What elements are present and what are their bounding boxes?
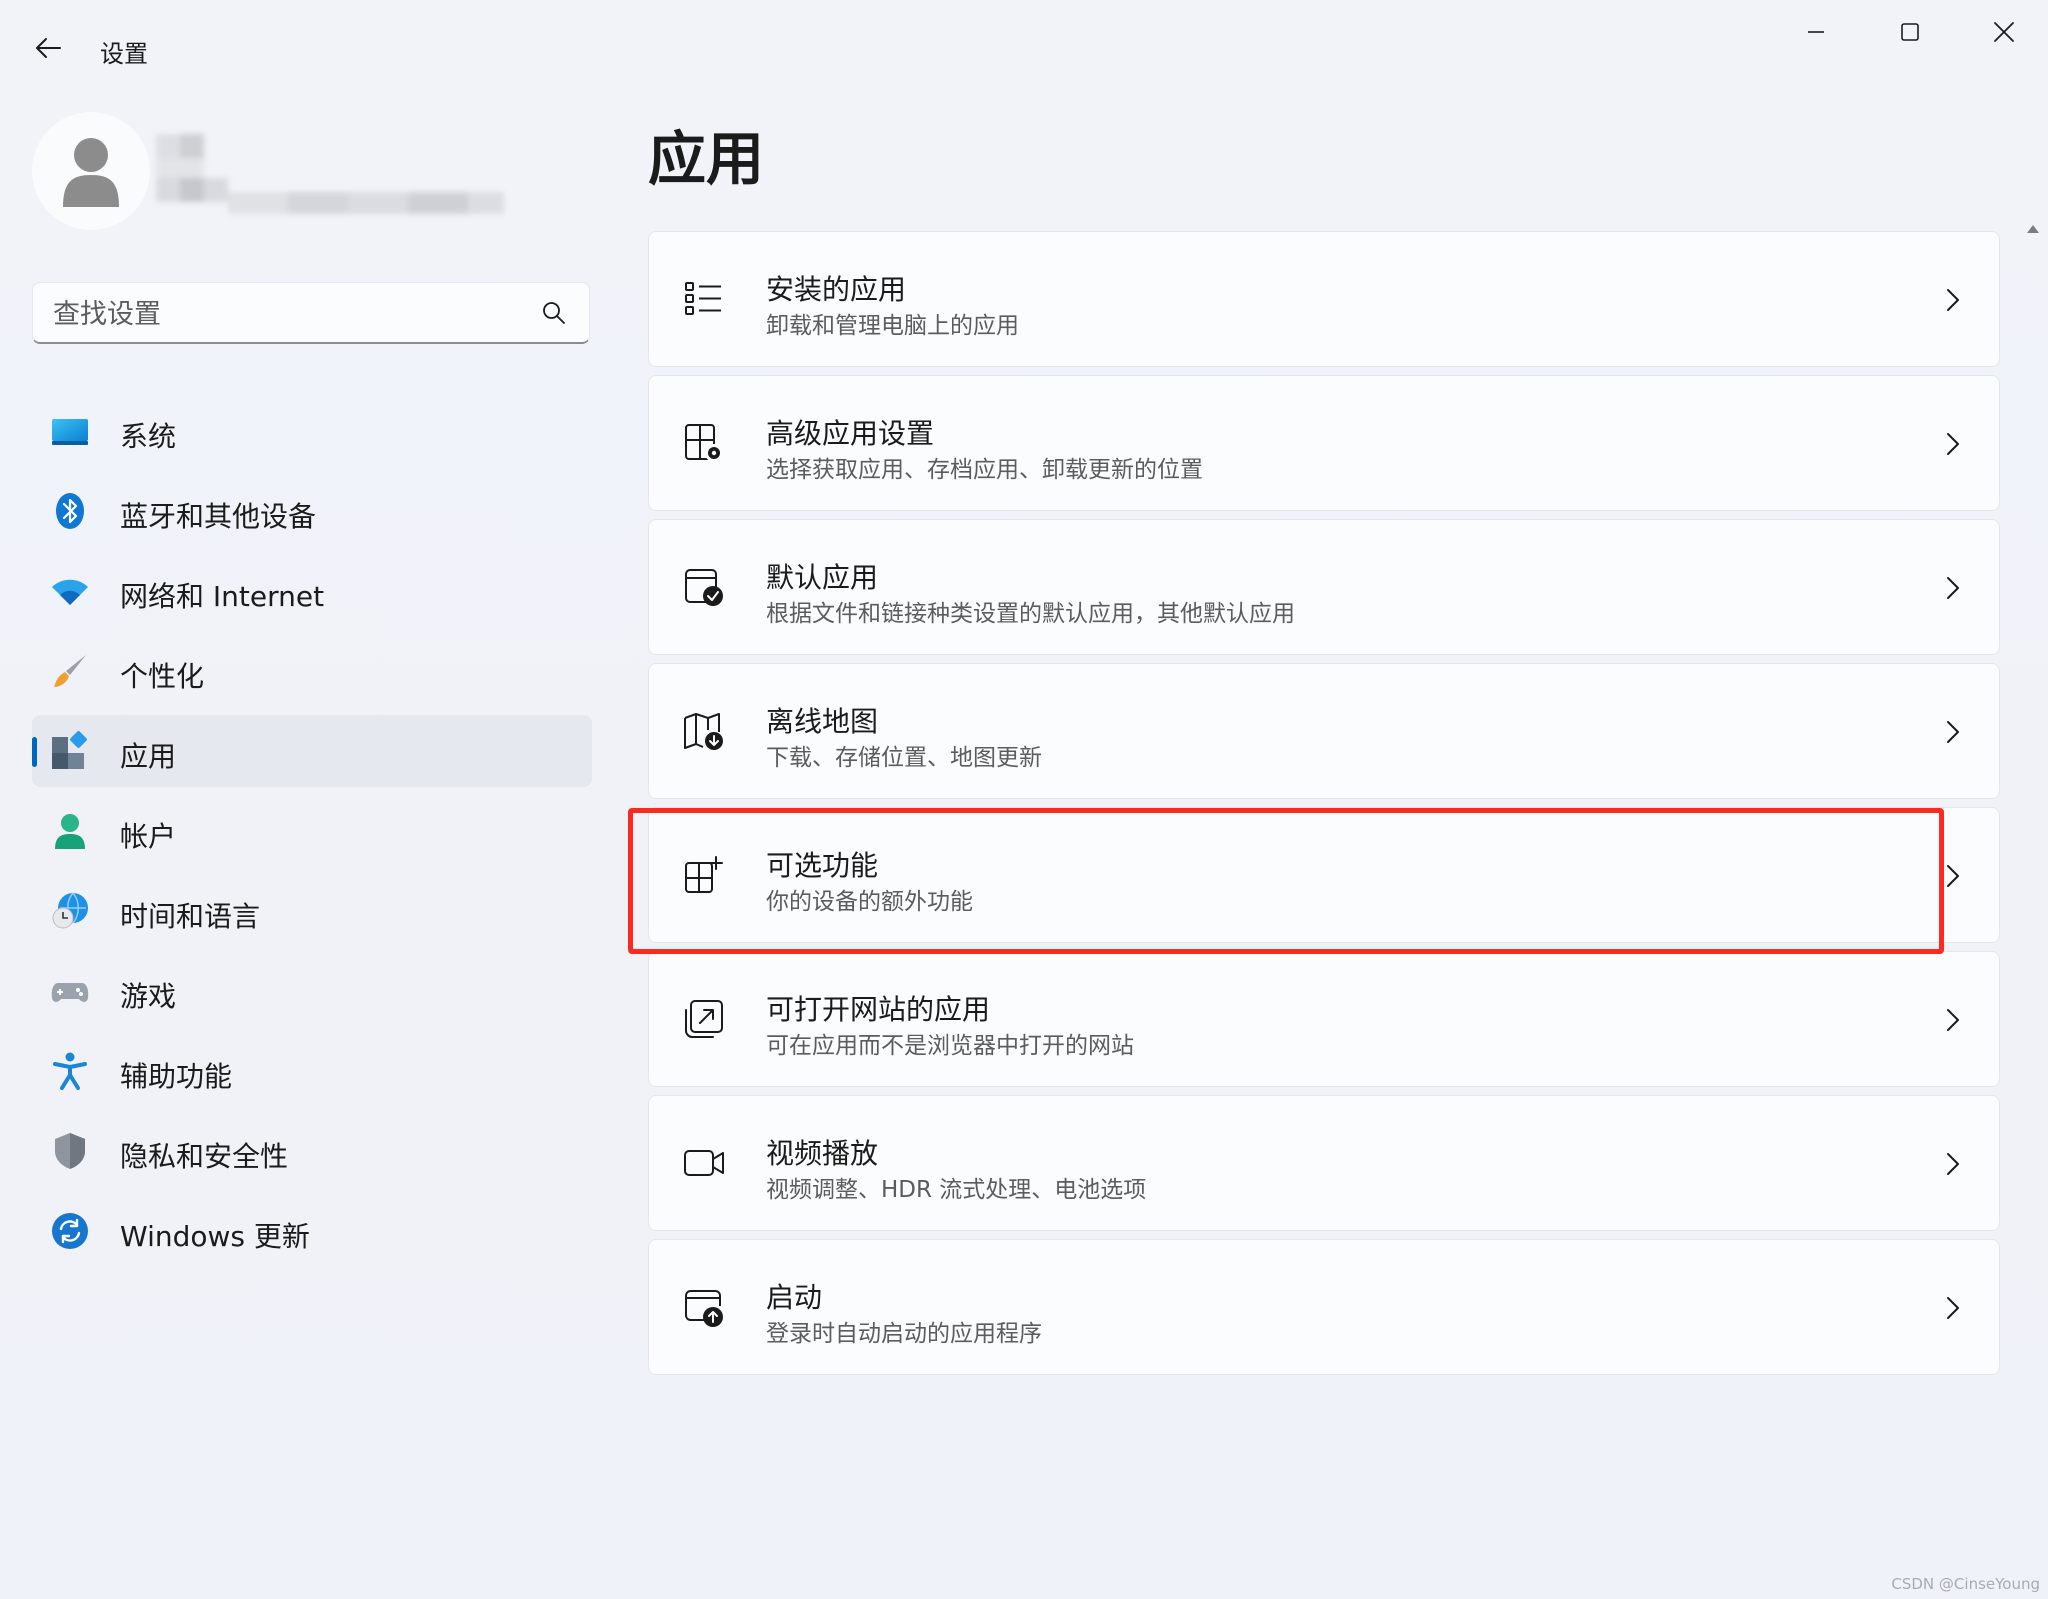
maximize-button[interactable]: [1864, 0, 1956, 64]
scroll-up-arrow-icon[interactable]: [2024, 220, 2042, 238]
sidebar-item-label: 应用: [120, 740, 177, 773]
app-title: 设置: [100, 40, 148, 68]
card-title: 高级应用设置: [766, 417, 935, 450]
watermark: CSDN @CinseYoung: [1891, 1575, 2040, 1593]
settings-card-list: 安装的应用 卸载和管理电脑上的应用 高级应用设置 选择获取应用、存档应用、卸载更…: [648, 231, 2000, 1383]
chevron-right-icon: [1947, 1009, 1959, 1031]
card-subtitle: 选择获取应用、存档应用、卸载更新的位置: [766, 457, 1203, 483]
chevron-right-icon: [1947, 1153, 1959, 1175]
bluetooth-icon: [56, 493, 84, 529]
card-subtitle: 视频调整、HDR 流式处理、电池选项: [766, 1177, 1147, 1203]
sidebar-item-label: 游戏: [120, 980, 177, 1013]
sidebar-item-windows-update[interactable]: Windows 更新: [32, 1195, 592, 1267]
card-subtitle: 根据文件和链接种类设置的默认应用，其他默认应用: [766, 601, 1295, 627]
search-icon[interactable]: [541, 300, 567, 326]
back-arrow-icon: [36, 38, 61, 58]
chevron-right-icon: [1947, 289, 1959, 311]
apps-for-websites-icon: [685, 1000, 723, 1038]
sidebar-item-privacy[interactable]: 隐私和安全性: [32, 1115, 592, 1187]
search-input[interactable]: [51, 293, 535, 335]
card-title: 可打开网站的应用: [766, 993, 991, 1026]
maximize-icon: [1901, 23, 1919, 41]
sidebar-item-label: 蓝牙和其他设备: [120, 500, 317, 533]
account-icon: [55, 814, 85, 849]
sidebar-item-label: 网络和 Internet: [120, 580, 325, 613]
minimize-button[interactable]: [1770, 0, 1862, 64]
card-subtitle: 下载、存储位置、地图更新: [766, 745, 1042, 771]
advanced-app-settings-icon: [685, 424, 723, 462]
wifi-icon: [52, 579, 88, 605]
card-apps-for-websites[interactable]: 可打开网站的应用 可在应用而不是浏览器中打开的网站: [648, 951, 2000, 1087]
card-title: 默认应用: [766, 561, 879, 594]
settings-window: 设置 查找设置 系统 蓝牙和其他设备 网络和 Internet 个性化 应用 帐…: [0, 0, 2048, 1599]
minimize-icon: [1808, 31, 1824, 33]
video-camera-icon: [684, 1150, 724, 1176]
card-video-playback[interactable]: 视频播放 视频调整、HDR 流式处理、电池选项: [648, 1095, 2000, 1231]
card-title: 启动: [766, 1281, 823, 1314]
card-title: 安装的应用: [766, 273, 907, 306]
card-advanced-app-settings[interactable]: 高级应用设置 选择获取应用、存档应用、卸载更新的位置: [648, 375, 2000, 511]
card-title: 可选功能: [766, 849, 879, 882]
card-title: 视频播放: [766, 1137, 879, 1170]
card-startup[interactable]: 启动 登录时自动启动的应用程序: [648, 1239, 2000, 1375]
person-icon: [63, 138, 119, 207]
card-optional-features[interactable]: 可选功能 你的设备的额外功能: [648, 807, 2000, 943]
sidebar-item-personalization[interactable]: 个性化: [32, 635, 592, 707]
chevron-right-icon: [1947, 1297, 1959, 1319]
page-title: 应用: [648, 125, 765, 193]
sidebar-item-label: 隐私和安全性: [120, 1140, 289, 1173]
shield-icon: [55, 1133, 85, 1169]
sidebar-item-bluetooth[interactable]: 蓝牙和其他设备: [32, 475, 592, 547]
card-subtitle: 登录时自动启动的应用程序: [766, 1321, 1042, 1347]
windows-update-icon: [52, 1213, 88, 1249]
title-bar: 设置: [0, 0, 2048, 96]
card-installed-apps[interactable]: 安装的应用 卸载和管理电脑上的应用: [648, 231, 2000, 367]
sidebar-item-accounts[interactable]: 帐户: [32, 795, 592, 867]
card-subtitle: 可在应用而不是浏览器中打开的网站: [766, 1033, 1134, 1059]
sidebar-item-label: 时间和语言: [120, 900, 261, 933]
chevron-right-icon: [1947, 865, 1959, 887]
offline-map-icon: [684, 713, 723, 750]
sidebar-item-gaming[interactable]: 游戏: [32, 955, 592, 1027]
sidebar-item-network[interactable]: 网络和 Internet: [32, 555, 592, 627]
card-offline-maps[interactable]: 离线地图 下载、存储位置、地图更新: [648, 663, 2000, 799]
sidebar-nav: 系统 蓝牙和其他设备 网络和 Internet 个性化 应用 帐户 时间和语言 …: [32, 395, 592, 1275]
installed-apps-list-icon: [685, 282, 721, 315]
blurred-username: [156, 134, 504, 214]
card-title: 离线地图: [766, 705, 879, 738]
avatar: [32, 112, 150, 230]
sidebar-item-label: 帐户: [120, 820, 177, 853]
default-apps-icon: [685, 569, 723, 606]
sidebar-item-accessibility[interactable]: 辅助功能: [32, 1035, 592, 1107]
card-default-apps[interactable]: 默认应用 根据文件和链接种类设置的默认应用，其他默认应用: [648, 519, 2000, 655]
sidebar-item-label: 辅助功能: [120, 1060, 233, 1093]
sidebar-item-label: Windows 更新: [120, 1220, 310, 1253]
chevron-right-icon: [1947, 433, 1959, 455]
sidebar-item-system[interactable]: 系统: [32, 395, 592, 467]
globe-clock-icon: [52, 892, 88, 929]
system-monitor-icon: [52, 419, 88, 445]
gamepad-icon: [51, 983, 89, 1002]
card-subtitle: 卸载和管理电脑上的应用: [766, 313, 1019, 339]
chevron-right-icon: [1947, 577, 1959, 599]
close-icon: [1994, 22, 2014, 42]
accessibility-icon: [53, 1052, 87, 1090]
sidebar-item-apps[interactable]: 应用: [32, 715, 592, 787]
search-box[interactable]: [32, 282, 590, 344]
chevron-right-icon: [1947, 721, 1959, 743]
optional-features-icon: [685, 856, 723, 893]
sidebar-item-label: 系统: [120, 420, 177, 453]
sidebar-item-label: 个性化: [120, 660, 205, 693]
back-button[interactable]: [22, 22, 74, 74]
card-subtitle: 你的设备的额外功能: [766, 889, 973, 915]
close-button[interactable]: [1958, 0, 2048, 64]
startup-icon: [685, 1290, 723, 1327]
paintbrush-icon: [54, 655, 86, 687]
apps-icon: [52, 731, 87, 769]
sidebar-item-time-language[interactable]: 时间和语言: [32, 875, 592, 947]
